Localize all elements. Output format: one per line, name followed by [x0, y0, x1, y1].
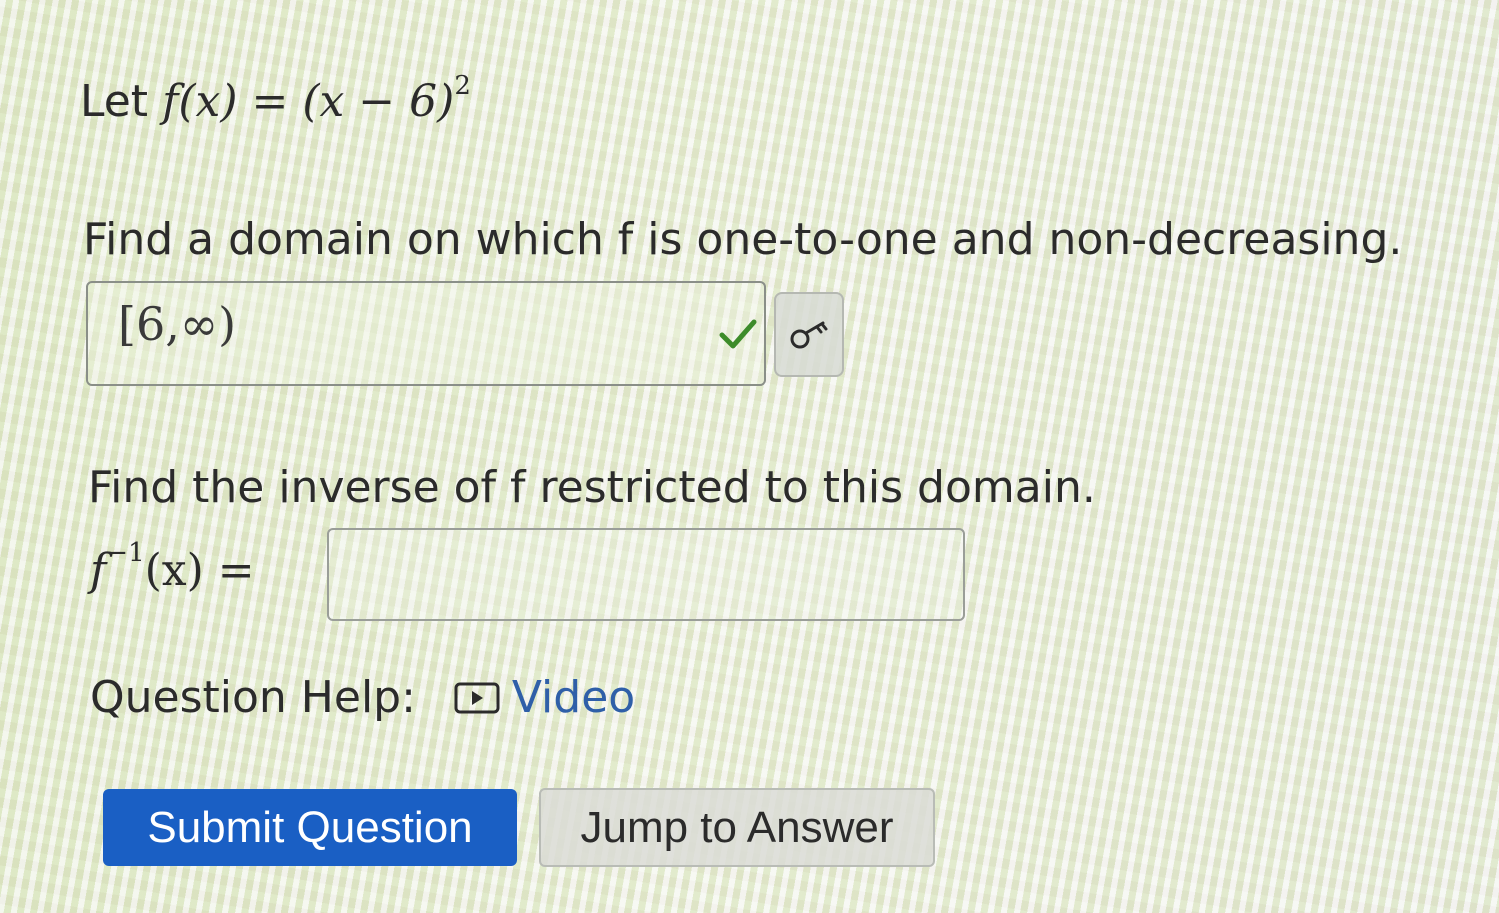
- video-help-label: Video: [511, 672, 636, 723]
- question-help-label: Question Help:: [90, 672, 416, 723]
- function-definition-line: Let f(x) = (x − 6)2: [80, 71, 471, 127]
- inverse-exponent: −1: [106, 538, 145, 569]
- video-help-link[interactable]: Video: [454, 672, 635, 723]
- key-icon: [790, 321, 828, 348]
- submit-question-button[interactable]: Submit Question: [103, 789, 517, 866]
- inverse-label: f−1(x) =: [90, 538, 255, 596]
- video-play-icon: [454, 682, 500, 713]
- inverse-answer-input[interactable]: [327, 528, 965, 621]
- function-exponent: 2: [454, 71, 471, 102]
- inverse-prompt: Find the inverse of f restricted to this…: [88, 462, 1096, 513]
- domain-prompt: Find a domain on which f is one-to-one a…: [83, 214, 1403, 265]
- domain-answer-field[interactable]: [6,∞): [86, 281, 766, 386]
- intro-prefix: Let: [80, 76, 149, 127]
- jump-to-answer-button[interactable]: Jump to Answer: [539, 788, 935, 867]
- question-help: Question Help: Video: [90, 672, 635, 723]
- answer-key-button[interactable]: [774, 292, 844, 377]
- check-icon: [719, 319, 757, 349]
- domain-answer-value: [6,∞): [118, 297, 237, 351]
- function-definition: f(x) = (x − 6)2: [162, 71, 471, 127]
